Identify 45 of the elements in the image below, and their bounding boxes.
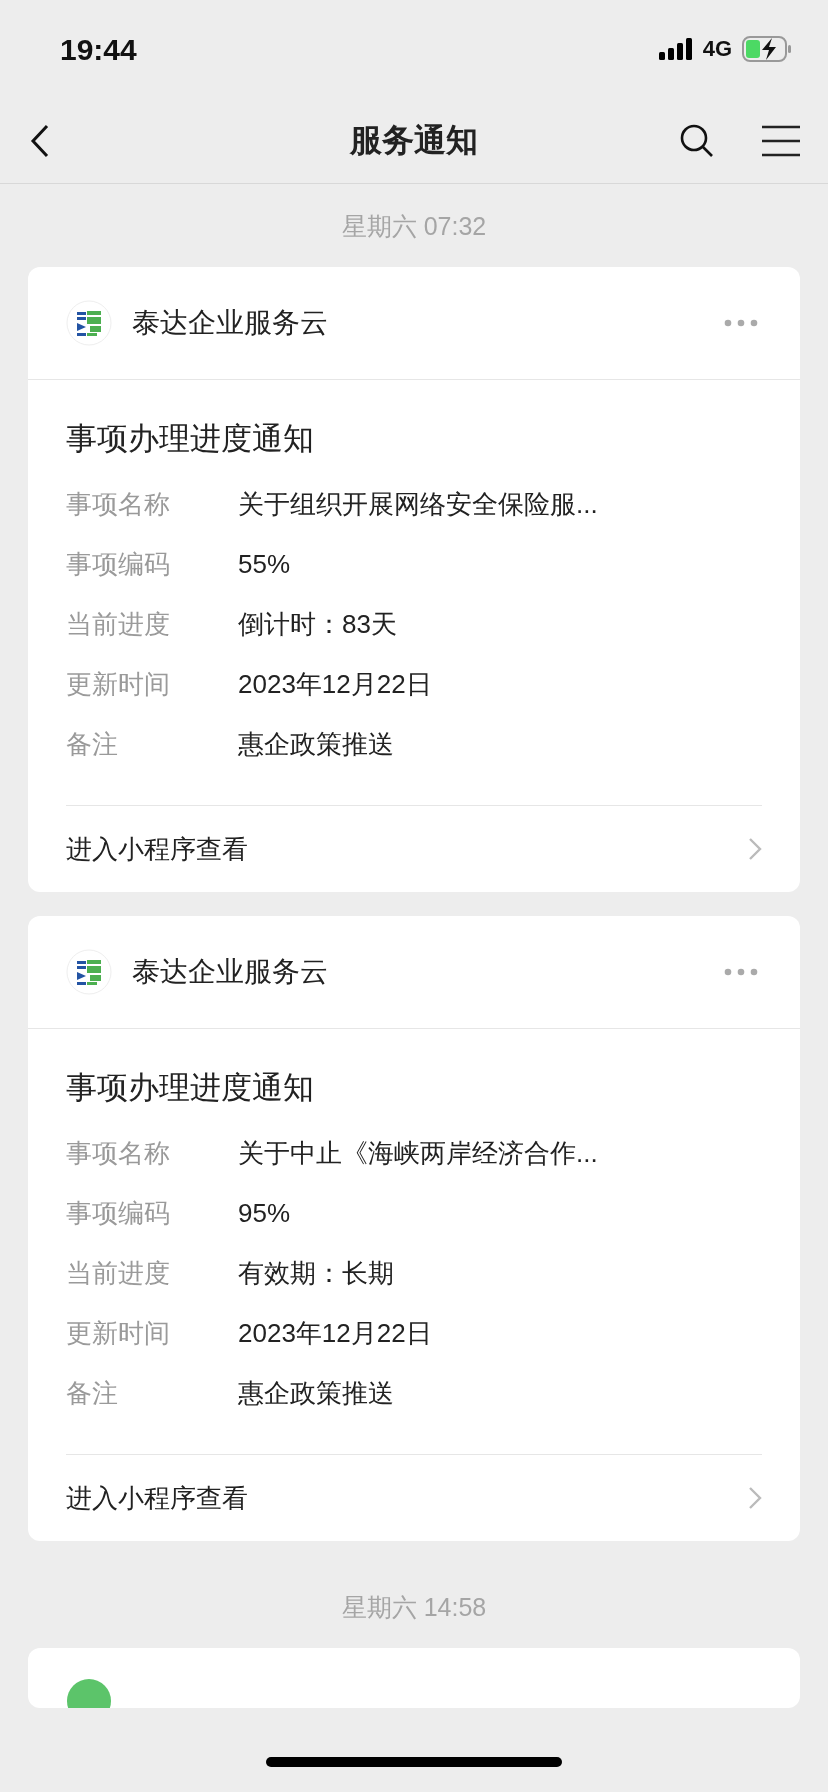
page-title: 服务通知 (350, 120, 478, 160)
back-button[interactable] (30, 123, 50, 158)
app-logo (66, 949, 112, 995)
field-label: 事项名称 (66, 1137, 171, 1170)
field-value: 95% (238, 1197, 292, 1230)
chevron-right-icon (748, 1486, 762, 1510)
field-value: 有效期：长期 (238, 1257, 395, 1290)
back-icon (30, 123, 50, 158)
timestamp: 星期六 14:58 (341, 1592, 487, 1623)
notification-title: 事项办理进度通知 (66, 420, 315, 458)
app-name: 泰达企业服务云 (132, 955, 329, 989)
app-logo (66, 300, 112, 346)
app-name: 泰达企业服务云 (132, 306, 329, 340)
field-label: 事项编码 (66, 548, 171, 581)
field-label: 备注 (66, 728, 119, 761)
field-value: 关于组织开展网络安全保险服... (238, 488, 599, 521)
notification-title: 事项办理进度通知 (66, 1069, 315, 1107)
menu-icon (762, 124, 800, 157)
network-label: 4G (702, 36, 732, 62)
chevron-right-icon (748, 837, 762, 861)
signal-icon (658, 38, 695, 60)
field-value: 惠企政策推送 (238, 1377, 395, 1410)
field-label: 备注 (66, 1377, 119, 1410)
field-label: 更新时间 (66, 668, 171, 701)
open-miniprogram-link[interactable]: 进入小程序查看 (66, 805, 762, 892)
field-value: 惠企政策推送 (238, 728, 395, 761)
field-label: 当前进度 (66, 608, 171, 641)
more-icon (724, 319, 758, 327)
field-value: 2023年12月22日 (238, 1317, 433, 1350)
field-label: 事项名称 (66, 488, 171, 521)
search-icon (680, 123, 714, 158)
field-label: 事项编码 (66, 1197, 171, 1230)
timestamp: 星期六 07:32 (341, 211, 487, 242)
status-time: 19:44 (60, 32, 137, 67)
field-value: 关于中止《海峡两岸经济合作... (238, 1137, 599, 1170)
menu-button[interactable] (762, 124, 800, 157)
battery-icon (742, 36, 792, 62)
field-value: 2023年12月22日 (238, 668, 433, 701)
search-button[interactable] (680, 123, 714, 158)
field-label: 当前进度 (66, 1257, 171, 1290)
field-value: 倒计时：83天 (238, 608, 398, 641)
field-label: 更新时间 (66, 1317, 171, 1350)
field-value: 55% (238, 548, 292, 581)
open-miniprogram-link[interactable]: 进入小程序查看 (66, 1454, 762, 1541)
more-icon (724, 968, 758, 976)
